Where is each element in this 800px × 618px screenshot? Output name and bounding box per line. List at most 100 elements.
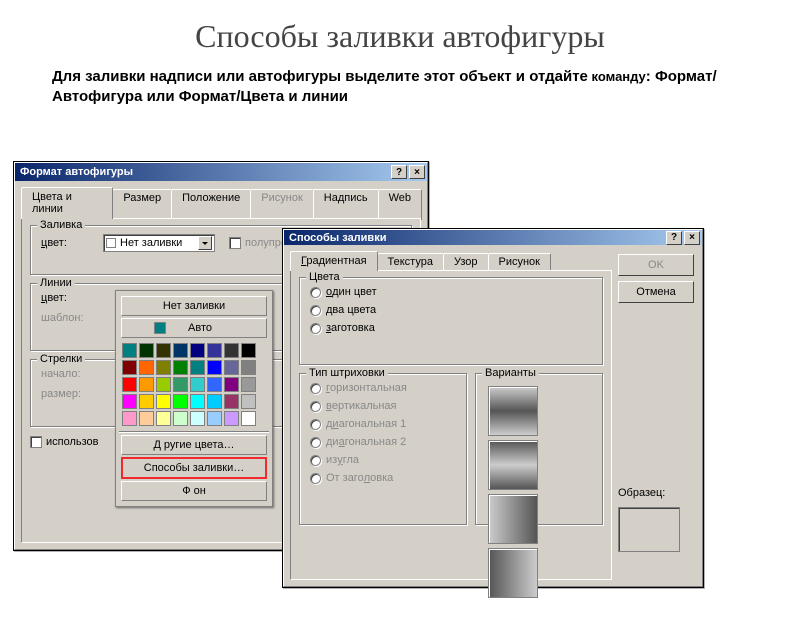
picker-no-fill[interactable]: Нет заливки xyxy=(121,296,267,316)
color-swatch[interactable] xyxy=(207,343,222,358)
radio-diagonal2[interactable]: диагональная 2 xyxy=(310,436,456,448)
help-button[interactable]: ? xyxy=(666,231,682,245)
format-dialog-title: Формат автофигуры xyxy=(17,166,389,178)
variants-legend: Варианты xyxy=(482,367,539,379)
variant-3[interactable] xyxy=(488,494,538,544)
picker-more-colors[interactable]: Другие цвета… xyxy=(121,435,267,455)
fill-color-label: цвет: xyxy=(41,237,103,249)
slide-title: Способы заливки автофигуры xyxy=(0,18,800,55)
fill-legend: Заливка xyxy=(37,219,85,231)
color-swatch[interactable] xyxy=(156,343,171,358)
ok-button[interactable]: OK xyxy=(618,254,694,276)
color-swatch[interactable] xyxy=(207,411,222,426)
color-swatch[interactable] xyxy=(173,343,188,358)
tab-gradient[interactable]: Градиентная xyxy=(290,251,378,271)
close-button[interactable]: × xyxy=(409,165,425,179)
fill-effects-panel: Цвета один цвет два цвета заготовка Тип … xyxy=(290,270,612,580)
picker-auto[interactable]: Авто xyxy=(121,318,267,338)
fill-effects-dialog: Способы заливки ? × Градиентная Текстура… xyxy=(282,228,704,588)
color-swatch[interactable] xyxy=(224,394,239,409)
variant-1[interactable] xyxy=(488,386,538,436)
color-swatch[interactable] xyxy=(122,343,137,358)
picker-background[interactable]: Фон xyxy=(121,481,267,501)
radio-two-colors[interactable]: два цвета xyxy=(310,304,592,316)
slide-description: Для заливки надписи или автофигуры выдел… xyxy=(52,67,760,108)
color-grid xyxy=(119,340,269,429)
arrows-legend: Стрелки xyxy=(37,353,85,365)
color-swatch[interactable] xyxy=(241,377,256,392)
fill-color-value: Нет заливки xyxy=(120,237,198,249)
color-swatch[interactable] xyxy=(224,360,239,375)
color-swatch[interactable] xyxy=(224,377,239,392)
color-swatch[interactable] xyxy=(241,394,256,409)
color-swatch[interactable] xyxy=(224,343,239,358)
tab-position[interactable]: Положение xyxy=(171,189,251,220)
color-swatch[interactable] xyxy=(156,360,171,375)
sample-preview xyxy=(618,507,680,552)
color-swatch[interactable] xyxy=(241,343,256,358)
color-swatch[interactable] xyxy=(122,411,137,426)
use-default-checkbox[interactable]: использов xyxy=(30,436,99,448)
color-swatch[interactable] xyxy=(190,343,205,358)
color-swatch[interactable] xyxy=(173,360,188,375)
shading-legend: Тип штриховки xyxy=(306,367,388,379)
color-swatch[interactable] xyxy=(224,411,239,426)
color-swatch[interactable] xyxy=(190,394,205,409)
color-swatch[interactable] xyxy=(207,360,222,375)
color-swatch[interactable] xyxy=(241,411,256,426)
help-button[interactable]: ? xyxy=(391,165,407,179)
radio-horizontal[interactable]: горизонтальная xyxy=(310,382,456,394)
fill-effects-titlebar[interactable]: Способы заливки ? × xyxy=(284,230,702,245)
color-swatch[interactable] xyxy=(207,377,222,392)
color-swatch[interactable] xyxy=(139,394,154,409)
color-swatch[interactable] xyxy=(139,343,154,358)
tab-textbox[interactable]: Надпись xyxy=(313,189,379,220)
color-swatch[interactable] xyxy=(207,394,222,409)
fill-color-swatch xyxy=(106,238,116,248)
cancel-button[interactable]: Отмена xyxy=(618,281,694,303)
color-swatch[interactable] xyxy=(122,394,137,409)
tab-size[interactable]: Размер xyxy=(112,189,172,220)
dropdown-arrow-icon[interactable] xyxy=(198,236,212,250)
format-tabs: Цвета и линии Размер Положение Рисунок Н… xyxy=(21,187,421,218)
radio-diagonal1[interactable]: диагональная 1 xyxy=(310,418,456,430)
color-swatch[interactable] xyxy=(156,394,171,409)
radio-from-title[interactable]: От заголовка xyxy=(310,472,456,484)
color-swatch[interactable] xyxy=(241,360,256,375)
color-swatch[interactable] xyxy=(156,377,171,392)
radio-one-color[interactable]: один цвет xyxy=(310,286,592,298)
color-swatch[interactable] xyxy=(173,411,188,426)
color-swatch[interactable] xyxy=(139,411,154,426)
radio-preset[interactable]: заготовка xyxy=(310,322,592,334)
radio-from-corner[interactable]: из угла xyxy=(310,454,456,466)
color-swatch[interactable] xyxy=(190,360,205,375)
colors-legend: Цвета xyxy=(306,271,343,283)
arrow-size-label: размер: xyxy=(41,388,103,400)
color-swatch[interactable] xyxy=(122,360,137,375)
line-color-label: цвет: xyxy=(41,292,103,304)
color-swatch[interactable] xyxy=(173,394,188,409)
color-swatch[interactable] xyxy=(122,377,137,392)
variant-2[interactable] xyxy=(488,440,538,490)
format-dialog-titlebar[interactable]: Формат автофигуры ? × xyxy=(15,163,427,181)
close-button[interactable]: × xyxy=(684,231,700,245)
lines-legend: Линии xyxy=(37,277,75,289)
tab-colors-lines[interactable]: Цвета и линии xyxy=(21,187,113,219)
arrow-start-label: начало: xyxy=(41,368,103,380)
fill-effects-title: Способы заливки xyxy=(286,232,664,244)
color-swatch[interactable] xyxy=(156,411,171,426)
color-swatch[interactable] xyxy=(190,377,205,392)
color-swatch[interactable] xyxy=(139,360,154,375)
picker-fill-effects[interactable]: Способы заливки… xyxy=(121,457,267,479)
radio-vertical[interactable]: вертикальная xyxy=(310,400,456,412)
tab-web[interactable]: Web xyxy=(378,189,422,220)
color-swatch[interactable] xyxy=(190,411,205,426)
fill-color-dropdown[interactable]: Нет заливки xyxy=(103,234,215,252)
color-swatch[interactable] xyxy=(139,377,154,392)
variant-4[interactable] xyxy=(488,548,538,598)
color-picker-popup: Нет заливки Авто Другие цвета… Способы з… xyxy=(115,290,273,507)
auto-color-swatch xyxy=(154,322,166,334)
tab-picture[interactable]: Рисунок xyxy=(250,189,314,220)
line-template-label: шаблон: xyxy=(41,312,103,324)
color-swatch[interactable] xyxy=(173,377,188,392)
